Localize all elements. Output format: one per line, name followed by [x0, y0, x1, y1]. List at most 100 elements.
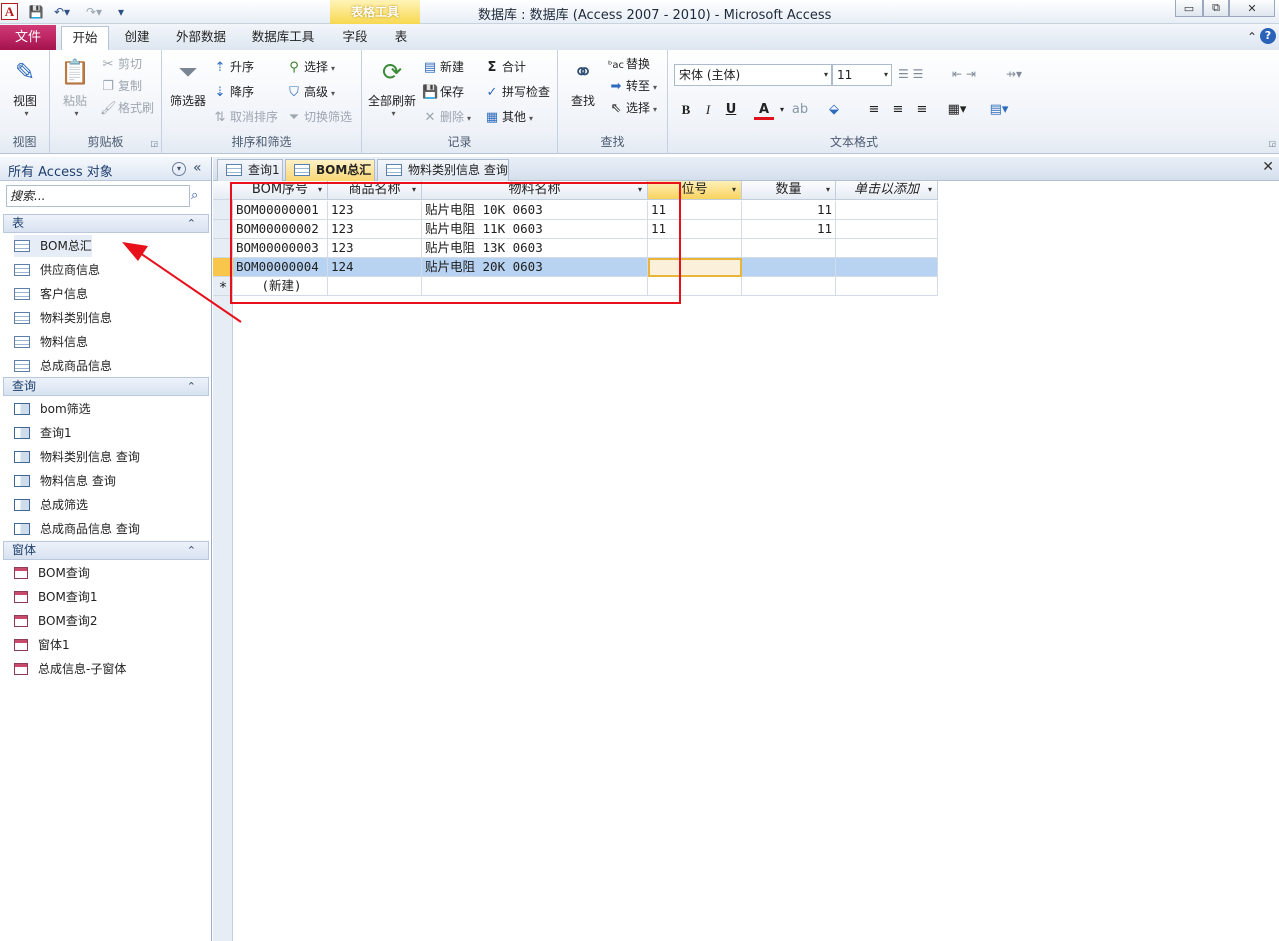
find-button[interactable]: ⚭ 查找	[564, 56, 602, 109]
new-record-button[interactable]: ▤ 新建	[422, 57, 464, 77]
col-add-field-cell[interactable]	[836, 239, 938, 258]
col-product-name-cell[interactable]: 123	[328, 201, 422, 220]
spelling-button[interactable]: ✓ 拼写检查	[484, 82, 550, 102]
filter-button[interactable]: ⏷ 筛选器	[166, 56, 210, 109]
nav-item[interactable]: 物料信息 查询	[14, 470, 116, 492]
toggle-filter-button[interactable]: ⏷ 切换筛选	[286, 107, 352, 127]
align-right-icon[interactable]: ≡	[912, 100, 932, 120]
col-material-name-cell[interactable]: 贴片电阻 11K 0603	[422, 220, 648, 239]
column-dropdown-icon[interactable]: ▾	[826, 181, 830, 199]
save-record-button[interactable]: 💾 保存	[422, 82, 464, 102]
tab-file[interactable]: 文件	[0, 25, 56, 50]
col-position-cell[interactable]	[648, 239, 742, 258]
empty-cell[interactable]	[328, 277, 422, 296]
select-all-corner[interactable]	[213, 181, 233, 200]
search-icon[interactable]: ⌕	[191, 188, 198, 203]
col-position-cell[interactable]: 11	[648, 201, 742, 220]
nav-item[interactable]: 供应商信息	[14, 259, 100, 281]
nav-group-tables[interactable]: 表 ⌃	[3, 214, 209, 233]
sort-descending-button[interactable]: ⇣ 降序	[212, 82, 254, 102]
indent-icon[interactable]: ⇤ ⇥	[952, 64, 976, 84]
remove-sort-button[interactable]: ⇅ 取消排序	[212, 107, 278, 127]
col-quantity-cell[interactable]	[742, 239, 836, 258]
minimize-button[interactable]: ▭	[1175, 0, 1203, 17]
column-dropdown-icon[interactable]: ▾	[638, 181, 642, 199]
tab-database-tools[interactable]: 数据库工具	[244, 26, 322, 50]
nav-item[interactable]: 窗体1	[14, 634, 70, 656]
paragraph-direction-icon[interactable]: ⇸▾	[1006, 64, 1022, 84]
nav-item[interactable]: 总成筛选	[14, 494, 88, 516]
nav-item[interactable]: 物料信息	[14, 331, 88, 353]
nav-item[interactable]: 查询1	[14, 422, 72, 444]
new-record-marker[interactable]: *	[213, 277, 233, 296]
font-color-button[interactable]: A	[754, 100, 774, 120]
col-bom-id-header[interactable]: BOM序号 ▾	[233, 181, 328, 200]
collapse-icon[interactable]: ⌃	[187, 542, 196, 559]
collapse-icon[interactable]: ⌃	[187, 378, 196, 395]
format-painter-button[interactable]: 🖌格式刷	[100, 98, 154, 118]
advanced-filter-button[interactable]: ⛉ 高级 ▾	[286, 82, 335, 102]
shutter-bar-icon[interactable]: «	[193, 160, 202, 176]
chevron-down-icon[interactable]: ▾	[772, 100, 792, 120]
nav-item[interactable]: 物料类别信息	[14, 307, 112, 329]
empty-cell[interactable]	[742, 277, 836, 296]
nav-item[interactable]: BOM总汇	[14, 235, 92, 257]
gridlines-icon[interactable]: ▦▾	[944, 100, 970, 120]
nav-item[interactable]: bom筛选	[14, 398, 91, 420]
col-add-field-cell[interactable]	[836, 258, 938, 277]
collapse-icon[interactable]: ⌃	[187, 215, 196, 232]
copy-button[interactable]: ❐ 复制	[100, 76, 142, 96]
col-add-field-cell[interactable]	[836, 201, 938, 220]
col-material-name-header[interactable]: 物料名称 ▾	[422, 181, 648, 200]
nav-search-input[interactable]: 搜索...	[6, 185, 190, 207]
selection-filter-button[interactable]: ⚲ 选择 ▾	[286, 57, 335, 77]
totals-button[interactable]: Σ 合计	[484, 57, 526, 77]
close-document-icon[interactable]: ✕	[1262, 159, 1274, 175]
save-icon[interactable]: 💾	[27, 3, 45, 20]
row-selector[interactable]	[213, 258, 233, 277]
col-quantity-cell[interactable]: 11	[742, 220, 836, 239]
col-quantity-cell[interactable]: 11	[742, 201, 836, 220]
col-product-name-cell[interactable]: 123	[328, 239, 422, 258]
close-button[interactable]: ✕	[1229, 0, 1275, 17]
doc-tab-material-category-query[interactable]: 物料类别信息 查询	[377, 159, 509, 181]
col-add-field-header[interactable]: 单击以添加 ▾	[836, 181, 938, 200]
font-size-select[interactable]: 11 ▾	[832, 64, 892, 86]
nav-group-queries[interactable]: 查询 ⌃	[3, 377, 209, 396]
row-selector[interactable]	[213, 220, 233, 239]
nav-item[interactable]: BOM查询	[14, 562, 90, 584]
replace-button[interactable]: ᵇac 替换	[608, 54, 650, 74]
tab-table[interactable]: 表	[384, 26, 418, 50]
more-button[interactable]: ▦ 其他 ▾	[484, 107, 533, 127]
ribbon-collapse-icon[interactable]: ⌃	[1247, 30, 1257, 44]
tab-home[interactable]: 开始	[61, 26, 109, 50]
nav-item[interactable]: 总成信息-子窗体	[14, 658, 126, 680]
nav-group-forms[interactable]: 窗体 ⌃	[3, 541, 209, 560]
nav-item[interactable]: 客户信息	[14, 283, 88, 305]
col-bom-id-cell[interactable]: BOM00000002	[233, 220, 328, 239]
delete-record-button[interactable]: ✕ 删除 ▾	[422, 107, 471, 127]
col-material-name-cell[interactable]: 贴片电阻 13K 0603	[422, 239, 648, 258]
view-button[interactable]: ✎ 视图 ▾	[6, 56, 44, 118]
cut-button[interactable]: ✂ 剪切	[100, 54, 142, 74]
tab-external-data[interactable]: 外部数据	[168, 26, 234, 50]
column-dropdown-icon[interactable]: ▾	[412, 181, 416, 199]
bullets-icon[interactable]: ☰ ☰	[898, 64, 923, 84]
underline-button[interactable]: U	[721, 100, 741, 120]
help-icon[interactable]: ?	[1260, 28, 1276, 44]
refresh-all-button[interactable]: ⟳ 全部刷新 ▾	[366, 56, 418, 118]
col-product-name-cell[interactable]: 124	[328, 258, 422, 277]
nav-title[interactable]: 所有 Access 对象	[8, 161, 113, 180]
col-add-field-cell[interactable]	[836, 220, 938, 239]
empty-cell[interactable]	[422, 277, 648, 296]
row-selector[interactable]	[213, 201, 233, 220]
col-position-cell[interactable]: 11	[648, 220, 742, 239]
paste-button[interactable]: 📋 粘贴 ▾	[56, 56, 94, 118]
nav-item[interactable]: BOM查询2	[14, 610, 97, 632]
nav-item[interactable]: 物料类别信息 查询	[14, 446, 140, 468]
customize-toolbar-icon[interactable]: ▾	[115, 3, 127, 20]
align-center-icon[interactable]: ≡	[888, 100, 908, 120]
nav-item[interactable]: BOM查询1	[14, 586, 97, 608]
goto-button[interactable]: ➡ 转至 ▾	[608, 76, 657, 96]
undo-icon[interactable]: ↶▾	[50, 3, 74, 20]
